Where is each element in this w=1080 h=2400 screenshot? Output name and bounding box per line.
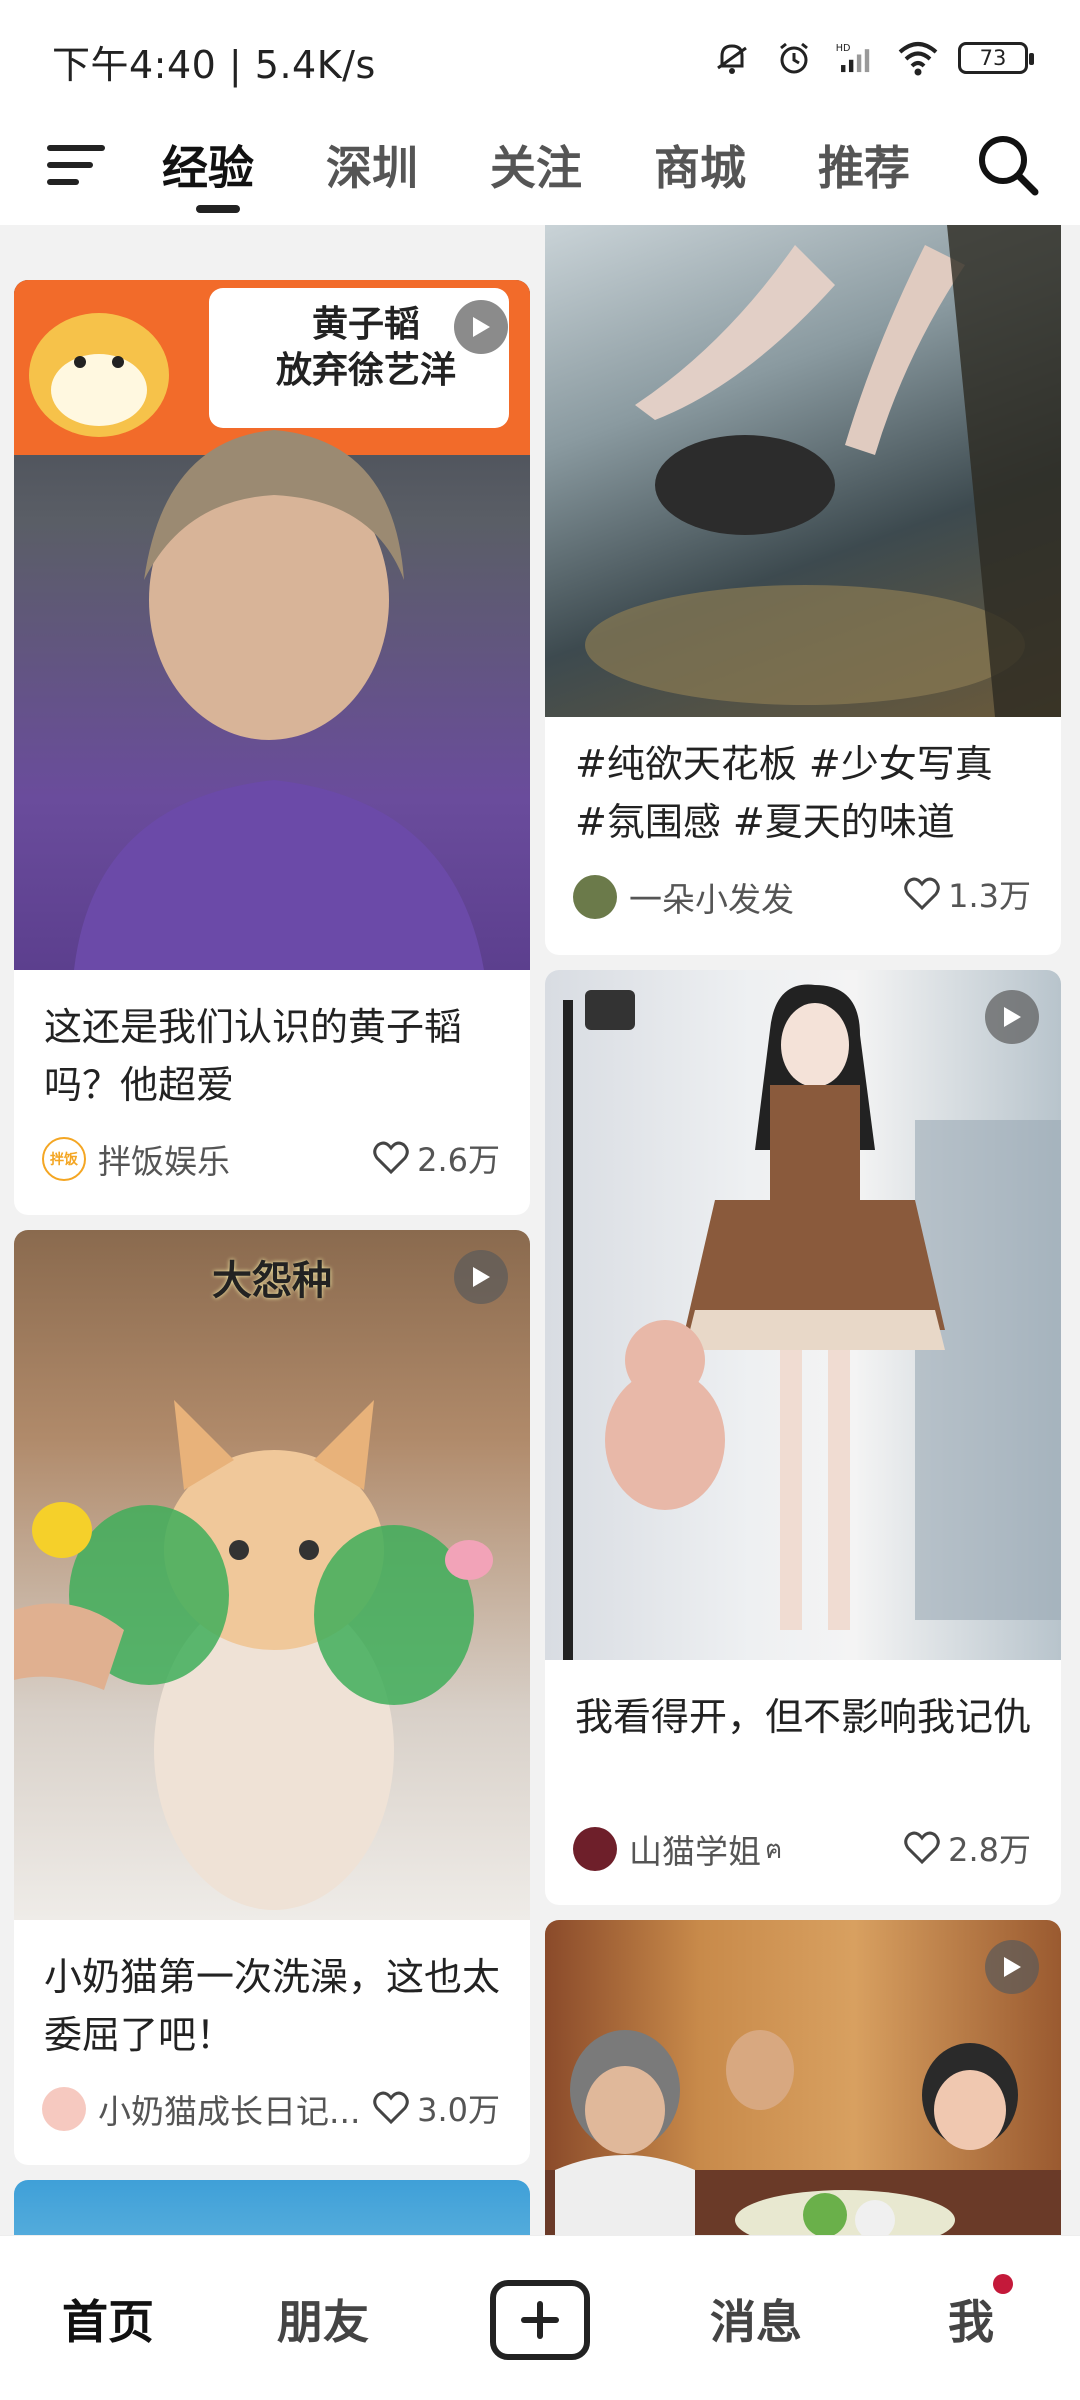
nav-friends[interactable]: 朋友 (277, 2286, 369, 2352)
thumbnail-overlay-text: 大怨种 (212, 1258, 332, 1304)
tab-shenzhen[interactable]: 深圳 (326, 132, 418, 198)
add-button[interactable] (490, 2280, 590, 2360)
thumbnail-overlay-text: 放弃徐艺洋 (275, 350, 456, 391)
like-count[interactable]: 1.3万 (904, 871, 1031, 917)
avatar: 拌饭 (42, 1137, 86, 1181)
status-icons: HD 73 (710, 34, 1034, 82)
wifi-icon (896, 36, 940, 80)
card-author[interactable]: 一朵小发发 (573, 873, 794, 921)
nav-messages[interactable]: 消息 (710, 2286, 802, 2352)
heart-icon (904, 877, 940, 911)
avatar (42, 2087, 86, 2131)
author-name: 山猫学姐 (629, 1832, 761, 1871)
status-bar: 下午4:40 | 5.4K/s HD 73 (0, 0, 1080, 110)
play-icon (454, 1250, 508, 1304)
like-count-text: 2.8万 (948, 1831, 1031, 1869)
top-tab-bar: 经验 深圳 关注 商城 推荐 (0, 110, 1080, 225)
search-icon[interactable] (975, 130, 1041, 200)
card-thumbnail: 黄子韬 放弃徐艺洋 (14, 280, 530, 970)
card-thumbnail (545, 970, 1061, 1660)
card-author[interactable]: 拌饭 拌饭娱乐 (42, 1135, 230, 1183)
author-suffix: ฅ (765, 1834, 783, 1865)
card-thumbnail (545, 1920, 1061, 2235)
card-title: 这还是我们认识的黄子韬吗？他超爱 (44, 1005, 463, 1107)
author-name: 小奶猫成长日记... (98, 2092, 361, 2131)
like-count[interactable]: 2.8万 (904, 1825, 1031, 1871)
like-count[interactable]: 2.6万 (373, 1135, 500, 1181)
play-icon (985, 990, 1039, 1044)
like-count-text: 1.3万 (948, 877, 1031, 915)
feed-card-5-partial[interactable] (14, 2180, 530, 2235)
notification-dot (993, 2274, 1013, 2294)
card-author[interactable]: 小奶猫成长日记... (42, 2085, 360, 2133)
tab-following[interactable]: 关注 (490, 132, 582, 198)
battery-icon: 73 (958, 42, 1034, 74)
card-thumbnail: 大怨种 (14, 1230, 530, 1920)
svg-text:HD: HD (836, 43, 851, 54)
heart-icon (373, 2091, 409, 2125)
status-time-speed: 下午4:40 | 5.4K/s (52, 43, 376, 87)
tab-mall[interactable]: 商城 (654, 132, 746, 198)
nav-home[interactable]: 首页 (62, 2286, 154, 2352)
heart-icon (904, 1831, 940, 1865)
play-icon (985, 1940, 1039, 1994)
plus-icon (521, 2301, 559, 2339)
card-title: #纯欲天花板 #少女写真 #氛围感 #夏天的味道 (575, 742, 993, 844)
feed-card-3[interactable]: 大怨种 小奶猫第一次洗澡，这也太委屈了吧！ 小奶猫成长日记... 3.0万 (14, 1230, 530, 2165)
feed-card-1[interactable]: 黄子韬 放弃徐艺洋 这还是我们认识的黄子韬吗？他超爱 拌饭 拌饭娱乐 2.6万 (14, 280, 530, 1215)
active-tab-indicator (196, 205, 240, 213)
hd-signal-icon: HD (834, 36, 878, 80)
card-thumbnail (545, 225, 1061, 717)
card-author[interactable]: 山猫学姐 ฅ (573, 1825, 782, 1873)
author-name: 拌饭娱乐 (98, 1142, 230, 1181)
feed-card-4[interactable]: 我看得开，但不影响我记仇 山猫学姐 ฅ 2.8万 (545, 970, 1061, 1905)
tab-experience[interactable]: 经验 (162, 132, 254, 198)
play-icon (454, 300, 508, 354)
author-name: 一朵小发发 (629, 880, 794, 919)
like-count-text: 3.0万 (417, 2091, 500, 2129)
like-count-text: 2.6万 (417, 1141, 500, 1179)
avatar (573, 875, 617, 919)
card-title: 小奶猫第一次洗澡，这也太委屈了吧！ (44, 1955, 501, 2057)
menu-icon[interactable] (46, 140, 106, 190)
feed-card-2[interactable]: #纯欲天花板 #少女写真 #氛围感 #夏天的味道 一朵小发发 1.3万 (545, 225, 1061, 955)
card-thumbnail (14, 2180, 530, 2235)
bottom-nav: 首页 朋友 消息 我 (0, 2235, 1080, 2400)
feed[interactable]: 黄子韬 放弃徐艺洋 这还是我们认识的黄子韬吗？他超爱 拌饭 拌饭娱乐 2.6万 (0, 225, 1080, 2235)
like-count[interactable]: 3.0万 (373, 2085, 500, 2131)
mute-bell-icon (710, 36, 754, 80)
card-title: 我看得开，但不影响我记仇 (575, 1695, 1032, 1739)
nav-me[interactable]: 我 (948, 2286, 994, 2352)
feed-card-6-partial[interactable] (545, 1920, 1061, 2235)
avatar (573, 1827, 617, 1871)
tab-recommend[interactable]: 推荐 (818, 132, 910, 198)
heart-icon (373, 1141, 409, 1175)
alarm-icon (772, 36, 816, 80)
